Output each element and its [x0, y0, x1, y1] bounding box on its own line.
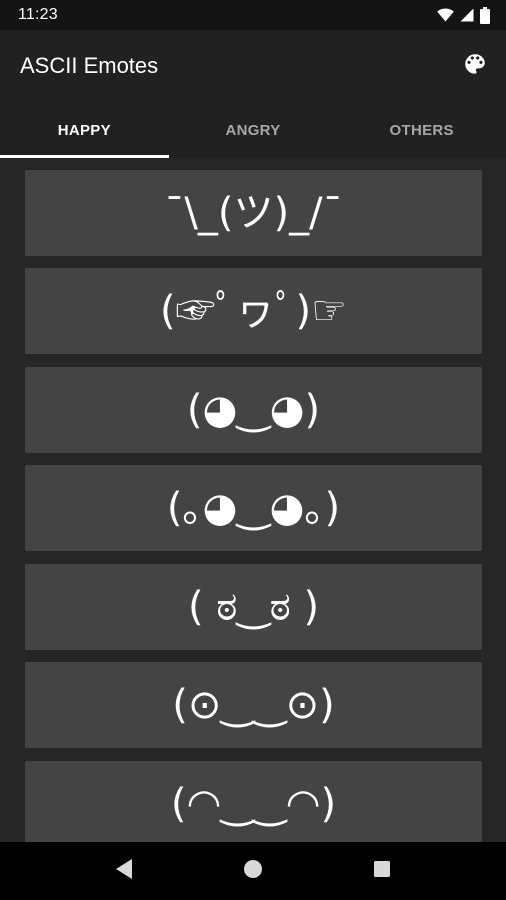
emote-text: ¯\_(ツ)_/¯ [164, 190, 343, 236]
tab-label: OTHERS [389, 121, 454, 139]
tab-label: ANGRY [225, 121, 281, 139]
emote-card[interactable]: (◠‿‿◠) [25, 761, 482, 842]
emote-text: (⊙‿‿⊙) [172, 682, 335, 728]
tab-label: HAPPY [57, 121, 111, 139]
emote-card[interactable]: (◕‿◕) [25, 367, 482, 453]
recents-icon [372, 859, 392, 883]
app-title: ASCII Emotes [20, 53, 159, 78]
emote-card[interactable]: ¯\_(ツ)_/¯ [25, 170, 482, 256]
status-icons [437, 6, 490, 24]
emote-list[interactable]: ¯\_(ツ)_/¯ (☞ﾟヮﾟ)☞ (◕‿◕) (｡◕‿◕｡) ( ಠ‿ಠ ) … [0, 158, 506, 842]
theme-button[interactable] [458, 49, 492, 83]
status-bar: 11:23 [0, 0, 506, 30]
home-button[interactable] [233, 851, 273, 891]
recents-button[interactable] [362, 851, 402, 891]
palette-icon [462, 51, 488, 81]
emote-card[interactable]: ( ಠ‿ಠ ) [25, 564, 482, 650]
emote-card[interactable]: (☞ﾟヮﾟ)☞ [25, 268, 482, 354]
signal-icon [460, 8, 474, 22]
app-bar: ASCII Emotes [0, 30, 506, 102]
emote-card[interactable]: (｡◕‿◕｡) [25, 465, 482, 551]
screen: 11:23 ASCII Emotes HAPPY ANGRY OTHERS ¯\… [0, 0, 506, 900]
emote-text: ( ಠ‿ಠ ) [187, 584, 320, 630]
emote-text: (☞ﾟヮﾟ)☞ [159, 288, 348, 334]
emote-text: (◕‿◕) [186, 387, 321, 433]
emote-text: (｡◕‿◕｡) [166, 485, 341, 531]
back-button[interactable] [104, 851, 144, 891]
status-time: 11:23 [18, 6, 58, 23]
tab-others[interactable]: OTHERS [337, 102, 506, 158]
tab-angry[interactable]: ANGRY [169, 102, 338, 158]
navigation-bar [0, 842, 506, 900]
battery-icon [480, 6, 490, 24]
home-icon [242, 858, 264, 884]
back-icon [114, 858, 134, 884]
emote-card[interactable]: (⊙‿‿⊙) [25, 662, 482, 748]
wifi-icon [437, 8, 454, 22]
emote-text: (◠‿‿◠) [170, 781, 337, 827]
tab-happy[interactable]: HAPPY [0, 102, 169, 158]
tab-bar: HAPPY ANGRY OTHERS [0, 102, 506, 158]
